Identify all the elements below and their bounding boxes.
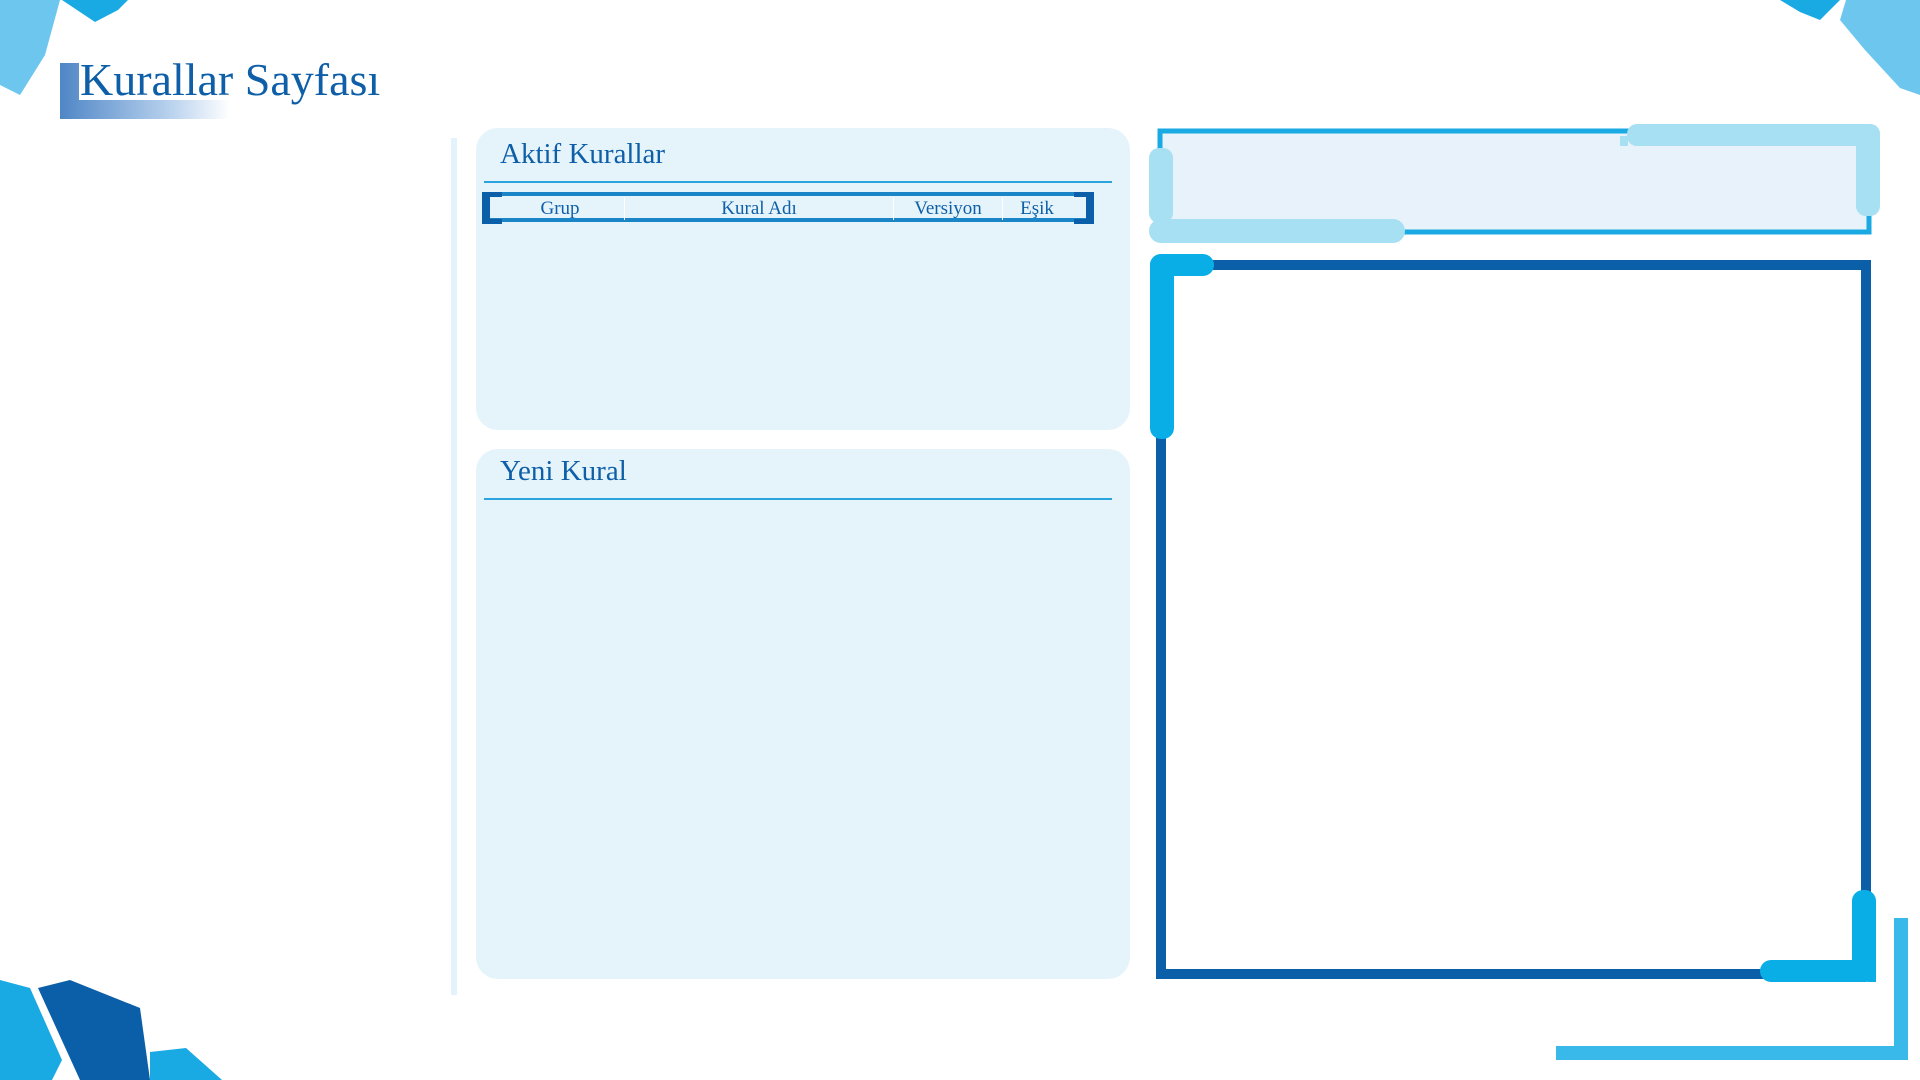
right-decorative-frames: [1149, 124, 1908, 1060]
info-box-frame: [1149, 124, 1880, 243]
main-display-frame: [1150, 254, 1876, 982]
